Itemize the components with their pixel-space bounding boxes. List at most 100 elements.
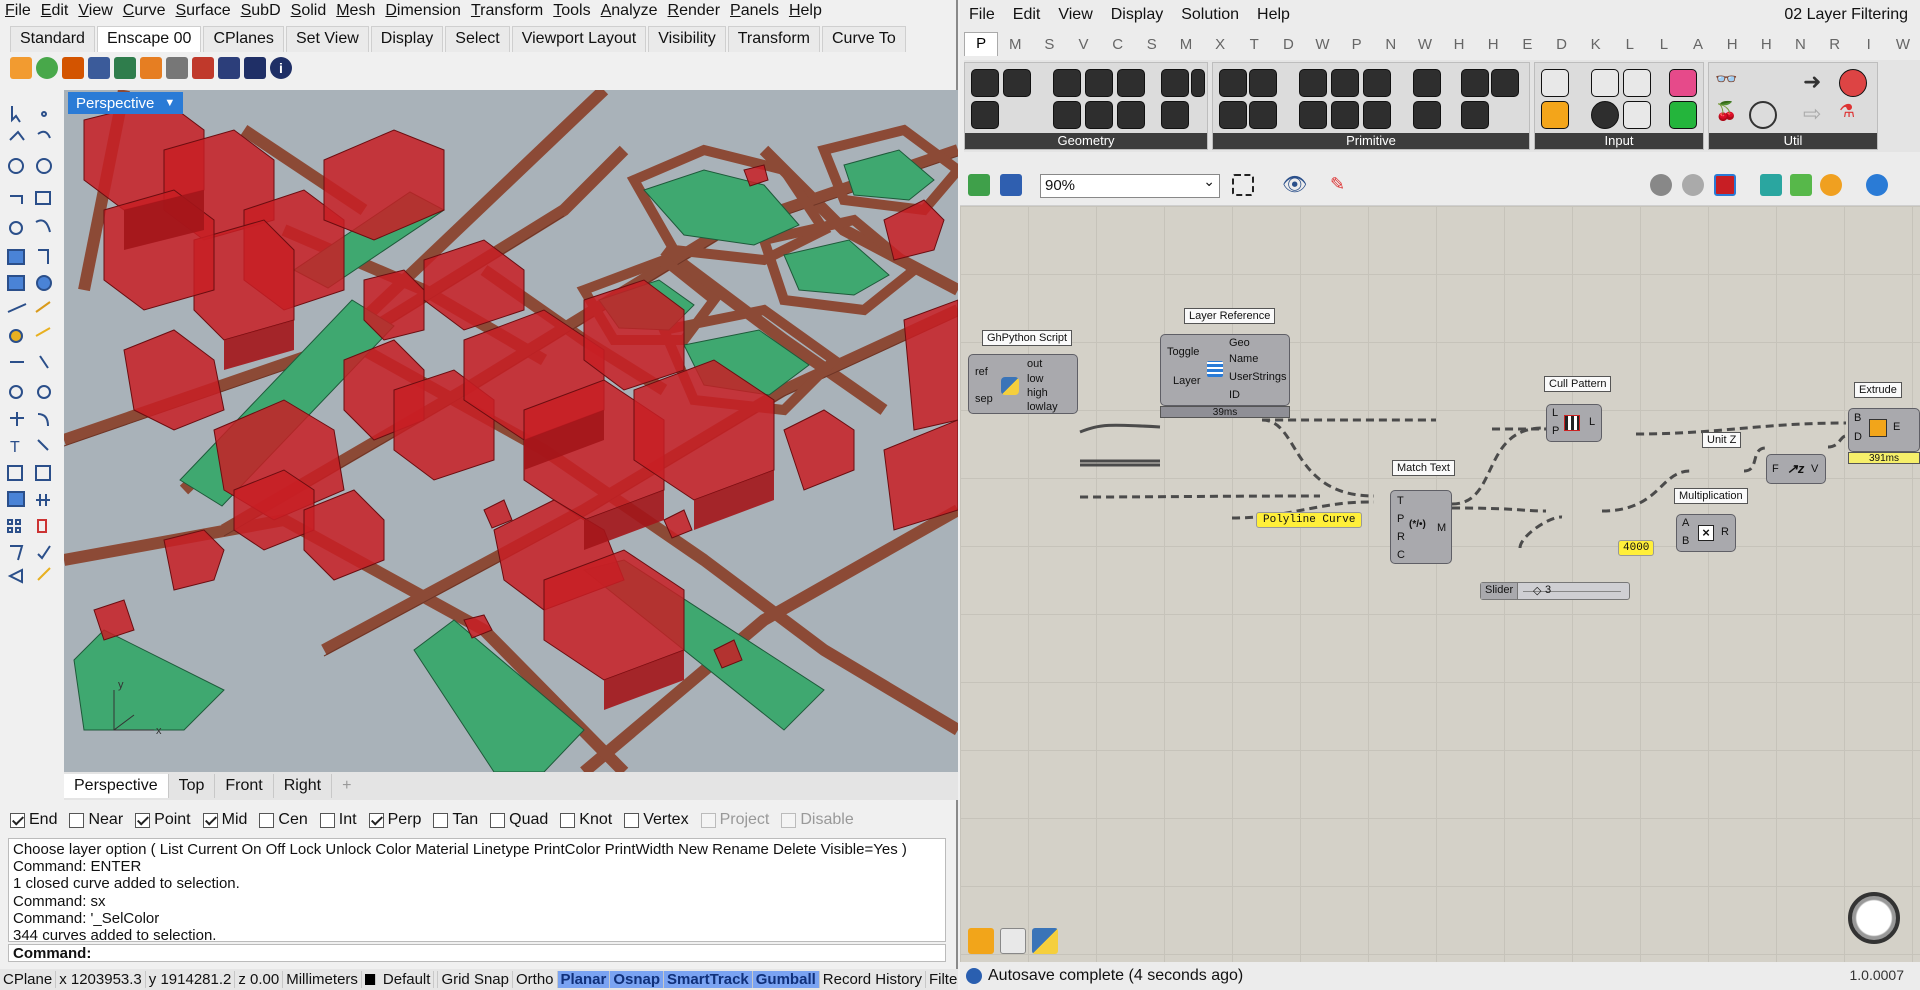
status-toggle-2[interactable]: Planar — [557, 971, 611, 988]
osnap-checkbox[interactable] — [368, 812, 384, 828]
gh-category-tab-27[interactable]: W — [1886, 36, 1920, 53]
osnap-checkbox[interactable] — [69, 812, 85, 828]
status-toggle-4[interactable]: SmartTrack — [664, 971, 753, 988]
gradient-icon[interactable] — [1541, 101, 1569, 129]
vector-param-icon[interactable] — [1003, 69, 1031, 97]
brep-param-icon[interactable] — [1161, 69, 1189, 97]
gh-python-icon[interactable] — [1032, 928, 1058, 954]
viewport-tab-perspective[interactable]: Perspective — [64, 774, 169, 798]
toggle-icon[interactable] — [1591, 69, 1619, 97]
gh-category-tab-25[interactable]: R — [1818, 36, 1852, 53]
zoom-extents-icon[interactable] — [1232, 174, 1254, 196]
gh-category-tab-21[interactable]: A — [1681, 36, 1715, 53]
gh-menu-display[interactable]: Display — [1102, 6, 1172, 24]
osnap-point[interactable]: Point — [135, 811, 191, 829]
enscape-info-icon[interactable]: i — [270, 57, 292, 79]
match-input-p[interactable]: P — [1397, 513, 1404, 525]
perspective-viewport[interactable]: x y Perspective ▼ — [64, 90, 958, 772]
osnap-vertex[interactable]: Vertex — [624, 811, 689, 829]
mult-input-a[interactable]: A — [1682, 517, 1689, 529]
preview-selected-icon[interactable] — [1714, 174, 1736, 196]
rhino-tab-0[interactable]: Standard — [10, 26, 95, 52]
match-input-t[interactable]: T — [1397, 495, 1404, 507]
mesh-param-icon[interactable] — [1191, 69, 1205, 97]
path-param-icon[interactable] — [1461, 101, 1489, 129]
osnap-checkbox[interactable] — [202, 812, 218, 828]
rhino-menu-edit[interactable]: Edit — [36, 2, 74, 20]
enscape-views-icon[interactable] — [62, 57, 84, 79]
group-param-icon[interactable] — [971, 101, 999, 129]
unitz-output-v[interactable]: V — [1811, 463, 1818, 475]
enscape-start-icon[interactable] — [10, 57, 32, 79]
knob-icon[interactable] — [1591, 101, 1619, 129]
status-toggle-7[interactable]: Filter — [926, 971, 958, 988]
add-viewport-icon[interactable]: + — [332, 774, 361, 798]
rhino-menu-analyze[interactable]: Analyze — [596, 2, 663, 20]
rhino-menu-surface[interactable]: Surface — [170, 2, 235, 20]
mesh-quality-icon[interactable] — [1760, 174, 1782, 196]
cull-output-l[interactable]: L — [1589, 416, 1595, 428]
rhino-menu-panels[interactable]: Panels — [725, 2, 784, 20]
viewport-tab-right[interactable]: Right — [274, 774, 333, 798]
gh-category-tab-4[interactable]: C — [1101, 36, 1135, 53]
mult-output-r[interactable]: R — [1721, 526, 1729, 538]
import-icon[interactable] — [1541, 69, 1569, 97]
osnap-checkbox[interactable] — [135, 812, 151, 828]
cherries-icon[interactable]: 🍒 — [1715, 101, 1743, 129]
enscape-settings-icon[interactable] — [88, 57, 110, 79]
osnap-checkbox[interactable] — [781, 812, 797, 828]
osnap-disable[interactable]: Disable — [781, 811, 854, 829]
gh-category-tab-13[interactable]: W — [1408, 36, 1442, 53]
osnap-checkbox[interactable] — [624, 812, 640, 828]
button-icon[interactable] — [1623, 69, 1651, 97]
gh-category-tab-11[interactable]: P — [1340, 36, 1374, 53]
gh-category-tab-3[interactable]: V — [1066, 36, 1100, 53]
gh-menu-help[interactable]: Help — [1248, 6, 1299, 24]
gh-category-tab-1[interactable]: M — [998, 36, 1032, 53]
gh-category-tab-24[interactable]: N — [1783, 36, 1817, 53]
data-param-icon[interactable] — [1413, 101, 1441, 129]
gh-category-tab-15[interactable]: H — [1476, 36, 1510, 53]
sphere-icon[interactable] — [1820, 174, 1842, 196]
enscape-material-icon[interactable] — [166, 57, 188, 79]
extrude-output-e[interactable]: E — [1893, 421, 1900, 433]
tree-icon[interactable] — [1749, 69, 1777, 97]
gh-category-tab-23[interactable]: H — [1749, 36, 1783, 53]
gh-category-tab-5[interactable]: S — [1135, 36, 1169, 53]
document-preview-icon[interactable] — [1790, 174, 1812, 196]
ghpython-output-low[interactable]: low — [1027, 373, 1044, 385]
gh-category-tab-12[interactable]: N — [1374, 36, 1408, 53]
extrude-input-d[interactable]: D — [1854, 431, 1862, 443]
transform-param-icon[interactable] — [1461, 69, 1489, 97]
ghpython-input-ref[interactable]: ref — [975, 366, 988, 378]
enscape-feedback-icon[interactable] — [244, 57, 266, 79]
osnap-checkbox[interactable] — [433, 812, 449, 828]
osnap-cen[interactable]: Cen — [259, 811, 308, 829]
colour-swatch-icon[interactable] — [1669, 69, 1697, 97]
preview-wireframe-icon[interactable] — [1650, 174, 1672, 196]
match-text-component[interactable]: T P R C (*/•) M — [1390, 490, 1452, 564]
boolean-param-icon[interactable] — [1219, 69, 1247, 97]
rhino-menu-dimension[interactable]: Dimension — [380, 2, 466, 20]
rhino-tab-3[interactable]: Set View — [285, 26, 369, 52]
viewport-tab-front[interactable]: Front — [215, 774, 274, 798]
colour-param-icon[interactable] — [1331, 101, 1359, 129]
geometry-param-icon[interactable] — [971, 69, 999, 97]
open-file-icon[interactable] — [968, 174, 990, 196]
status-toggle-0[interactable]: Grid Snap — [438, 971, 513, 988]
gh-settings-icon[interactable] — [1866, 174, 1888, 196]
line-param-icon[interactable] — [1053, 101, 1081, 129]
layer-ref-input-layer[interactable]: Layer — [1173, 375, 1201, 387]
domain-param-icon[interactable] — [1299, 69, 1327, 97]
ghpython-output-high[interactable]: high — [1027, 387, 1048, 399]
cluster-icon[interactable] — [1839, 69, 1867, 97]
field-param-icon[interactable] — [1331, 69, 1359, 97]
osnap-checkbox[interactable] — [259, 812, 275, 828]
gh-category-tab-8[interactable]: T — [1237, 36, 1271, 53]
flask-icon[interactable]: ⚗ — [1839, 101, 1867, 129]
unit-z-component[interactable]: F ↗z V — [1766, 454, 1826, 484]
match-input-c[interactable]: C — [1397, 549, 1405, 561]
layer-ref-output-name[interactable]: Name — [1229, 353, 1258, 365]
command-prompt[interactable]: Command: — [8, 944, 946, 962]
osnap-project[interactable]: Project — [700, 811, 769, 829]
